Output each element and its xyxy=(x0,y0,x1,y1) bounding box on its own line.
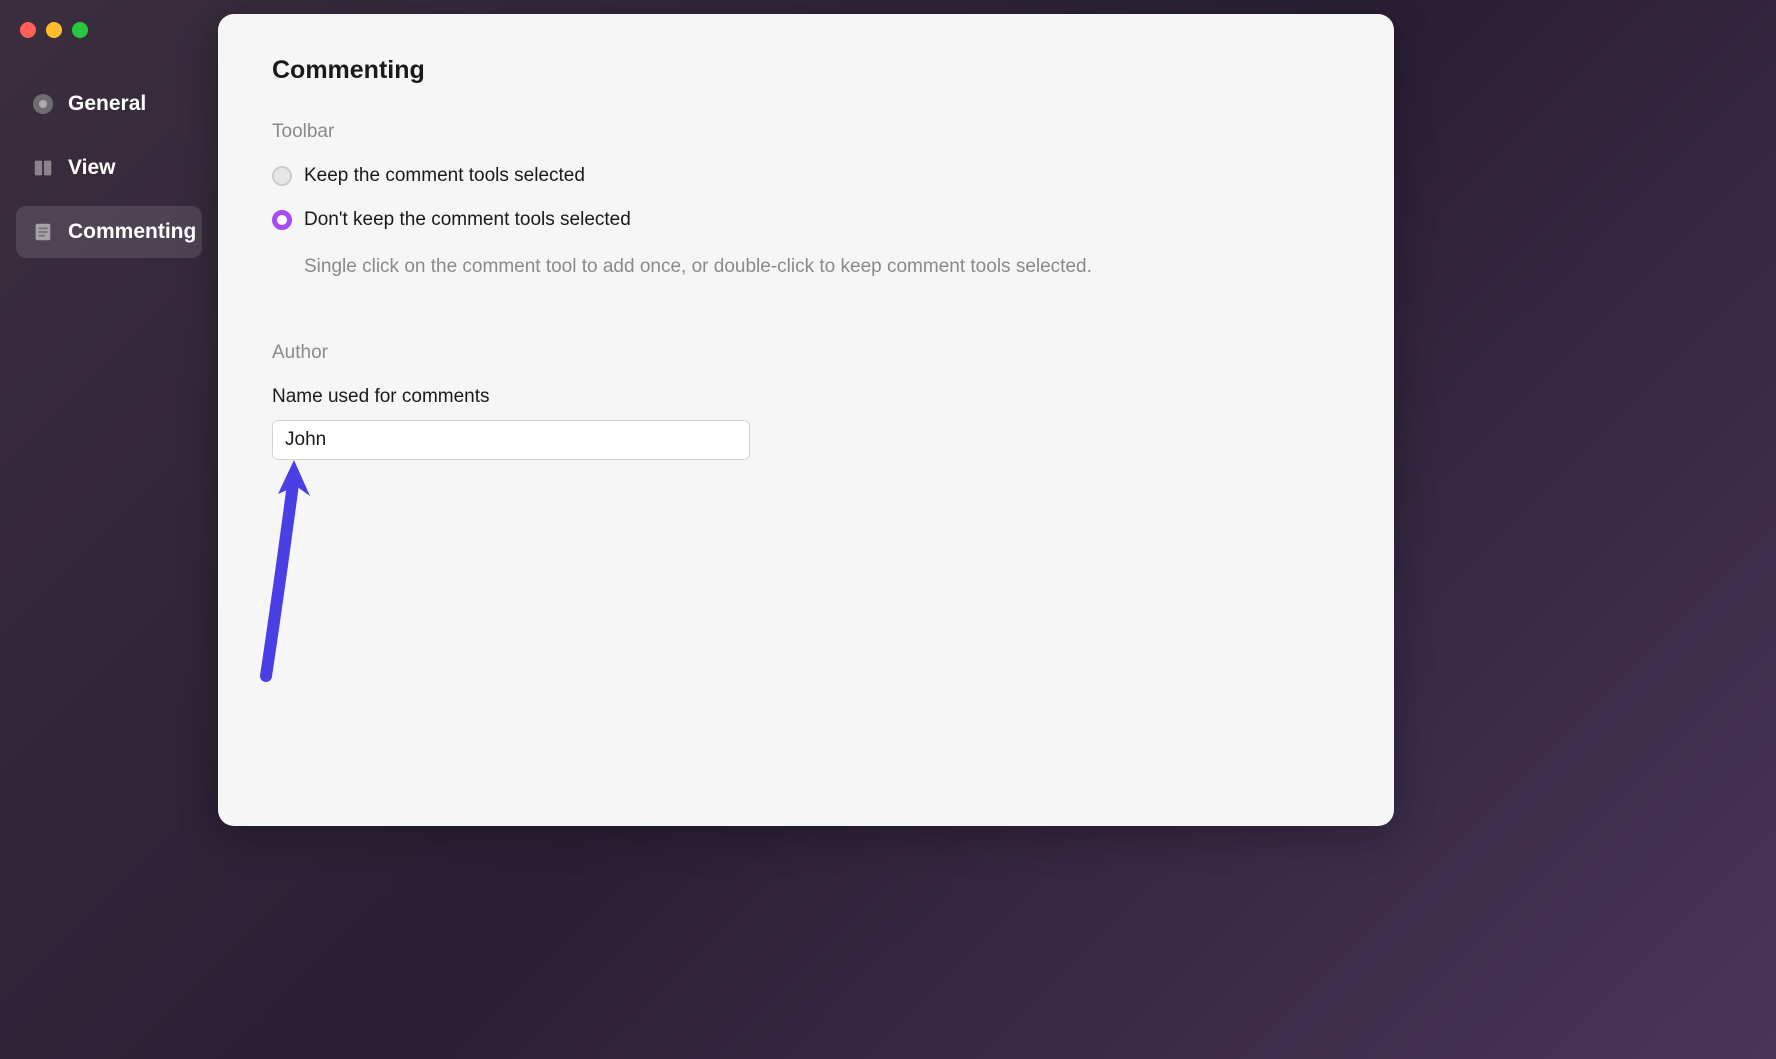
view-icon xyxy=(32,157,54,179)
radio-indicator-checked xyxy=(272,210,292,230)
minimize-button[interactable] xyxy=(46,22,62,38)
radio-indicator xyxy=(272,166,292,186)
author-section-heading: Author xyxy=(272,342,1340,364)
sidebar-item-label: General xyxy=(68,92,146,116)
sidebar-item-commenting[interactable]: Commenting xyxy=(16,206,202,258)
commenting-icon xyxy=(32,221,54,243)
general-icon xyxy=(32,93,54,115)
radio-dont-keep-selected[interactable]: Don't keep the comment tools selected xyxy=(272,209,1340,231)
radio-label: Keep the comment tools selected xyxy=(304,165,585,187)
author-name-label: Name used for comments xyxy=(272,386,1340,408)
maximize-button[interactable] xyxy=(72,22,88,38)
page-title: Commenting xyxy=(272,56,1340,85)
sidebar: General View Commenting xyxy=(0,0,218,840)
close-button[interactable] xyxy=(20,22,36,38)
toolbar-section-heading: Toolbar xyxy=(272,121,1340,143)
sidebar-item-label: View xyxy=(68,156,115,180)
radio-description: Single click on the comment tool to add … xyxy=(304,253,1340,282)
sidebar-item-label: Commenting xyxy=(68,220,196,244)
radio-keep-selected[interactable]: Keep the comment tools selected xyxy=(272,165,1340,187)
sidebar-item-view[interactable]: View xyxy=(16,142,202,194)
author-name-input[interactable] xyxy=(272,420,750,460)
main-panel: Commenting Toolbar Keep the comment tool… xyxy=(218,14,1394,826)
preferences-window: General View Commenting xyxy=(0,0,1408,840)
sidebar-item-general[interactable]: General xyxy=(16,78,202,130)
radio-label: Don't keep the comment tools selected xyxy=(304,209,631,231)
window-controls xyxy=(20,22,88,38)
